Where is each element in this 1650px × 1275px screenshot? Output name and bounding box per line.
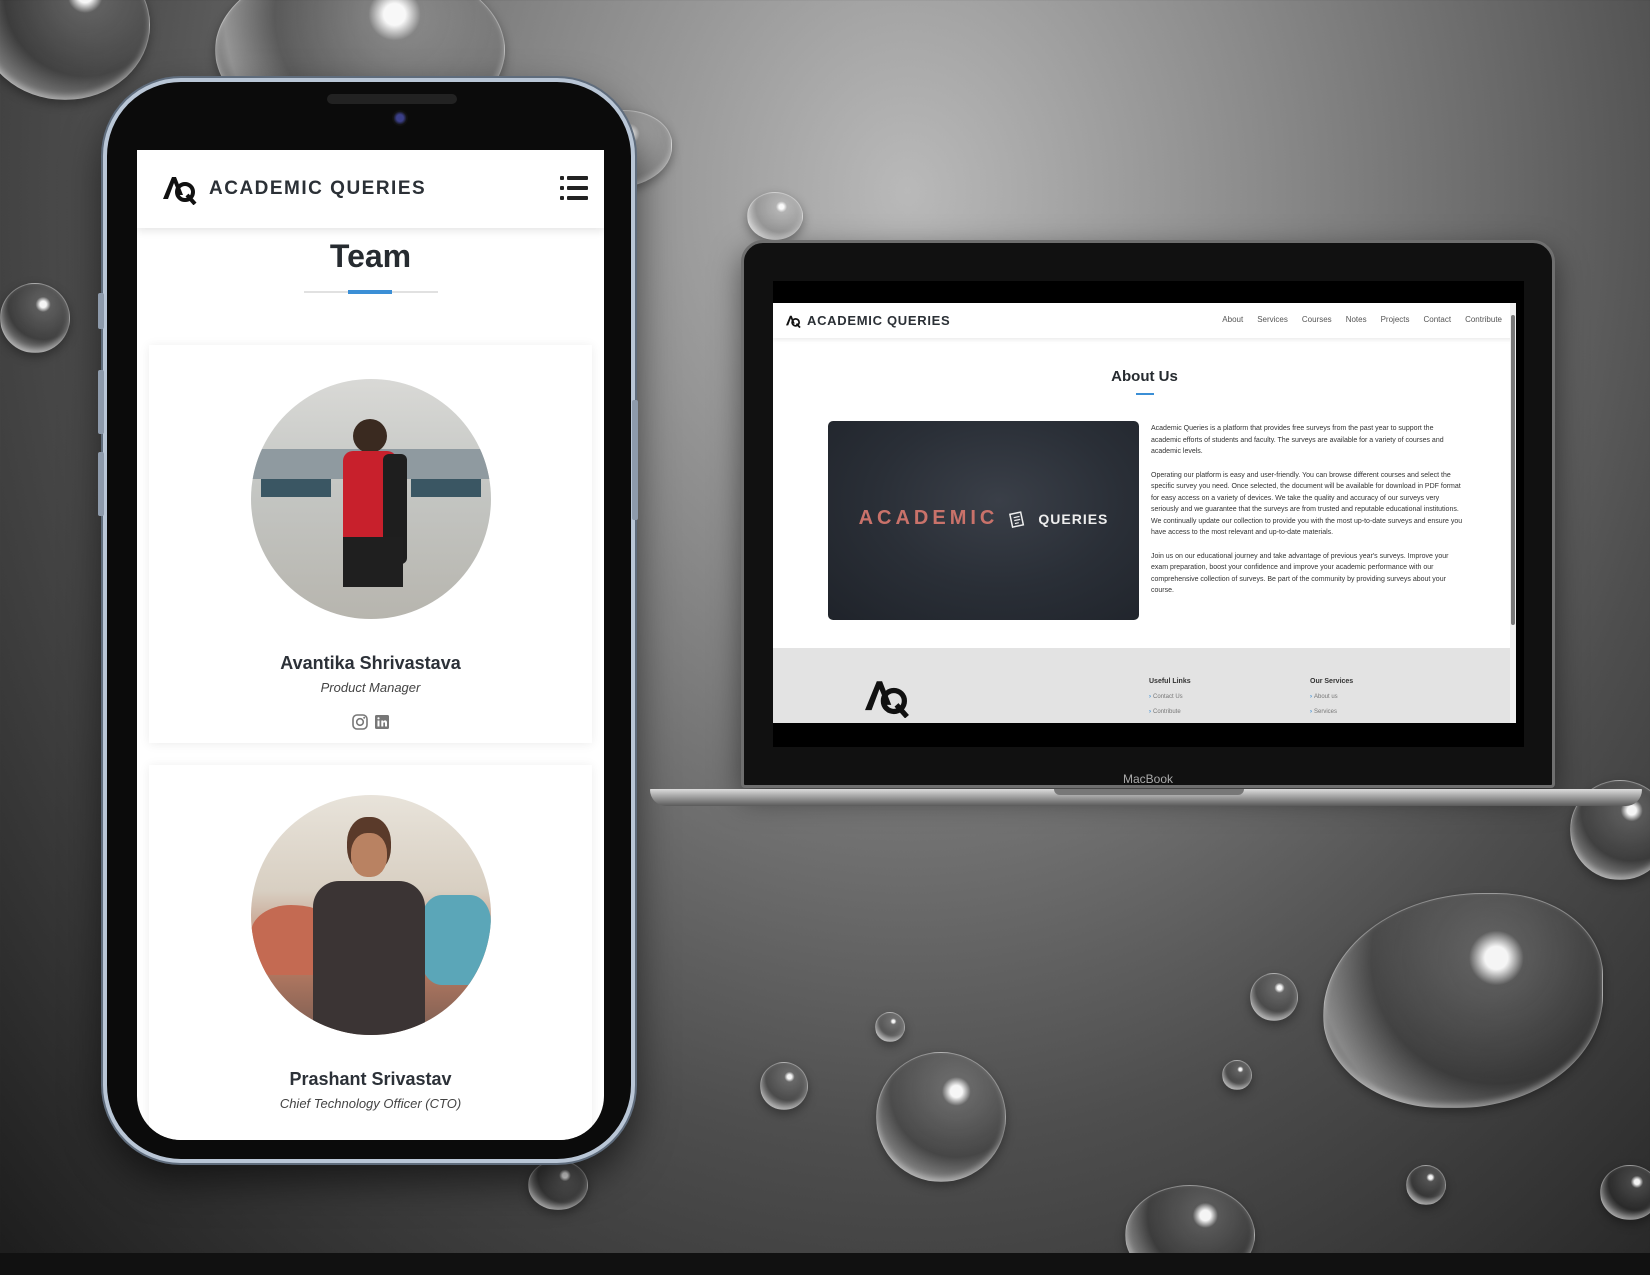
water-drop: [1600, 1165, 1650, 1220]
footer-link[interactable]: › Contact Us: [1149, 694, 1191, 700]
laptop-screen: ACADEMIC QUERIES About Services Courses …: [773, 281, 1524, 747]
banner-queries: QUERIES: [1038, 510, 1109, 527]
phone-screen: ACADEMIC QUERIES Team Avantika Shrivasta…: [137, 150, 604, 1140]
mobile-header: ACADEMIC QUERIES: [137, 150, 604, 228]
phone-button: [98, 370, 104, 434]
chevron-right-icon: ›: [1310, 694, 1312, 700]
phone-button: [632, 400, 638, 520]
hamburger-menu-icon[interactable]: [560, 176, 588, 200]
desktop-site: ACADEMIC QUERIES About Services Courses …: [773, 303, 1516, 723]
title-underline: [303, 290, 438, 294]
aq-logo-icon[interactable]: [785, 314, 801, 328]
mobile-brand-name[interactable]: ACADEMIC QUERIES: [209, 178, 426, 200]
nav-contribute[interactable]: Contribute: [1465, 315, 1502, 324]
footer-link[interactable]: › Contribute: [1149, 709, 1191, 715]
instagram-icon[interactable]: [351, 713, 369, 731]
about-paragraph: Academic Queries is a platform that prov…: [1151, 425, 1444, 455]
team-card: Avantika Shrivastava Product Manager: [149, 345, 592, 743]
footer-link[interactable]: › About us: [1310, 694, 1353, 700]
queries-paper-icon: [1009, 510, 1025, 528]
footer-heading: Useful Links: [1149, 678, 1191, 685]
about-text: Academic Queries is a platform that prov…: [1151, 423, 1463, 609]
about-paragraph: Join us on our educational journey and t…: [1151, 552, 1449, 595]
social-links: [149, 713, 592, 731]
nav-contact[interactable]: Contact: [1424, 315, 1452, 324]
phone-button: [98, 293, 104, 329]
member-role: Chief Technology Officer (CTO): [279, 1096, 462, 1111]
phone-mockup: ACADEMIC QUERIES Team Avantika Shrivasta…: [103, 78, 635, 1163]
device-label: MacBook: [1122, 772, 1174, 786]
desktop-brand-name[interactable]: ACADEMIC QUERIES: [807, 313, 950, 328]
linkedin-icon[interactable]: [373, 713, 391, 731]
water-drop: [1250, 973, 1298, 1021]
water-drop: [1222, 1060, 1252, 1090]
avatar: [250, 795, 491, 1035]
water-drop: [875, 1012, 905, 1042]
bottom-strip: [0, 1253, 1650, 1275]
footer-useful-links: Useful Links › Contact Us › Contribute: [1149, 678, 1191, 715]
nav-notes[interactable]: Notes: [1346, 315, 1367, 324]
aq-logo-icon[interactable]: [161, 173, 197, 205]
phone-camera: [392, 110, 408, 126]
footer-heading: Our Services: [1310, 678, 1354, 685]
nav-projects[interactable]: Projects: [1381, 315, 1410, 324]
water-drop: [528, 1160, 588, 1210]
about-banner: ACADEMIC QUERIES: [828, 421, 1139, 620]
scrollbar[interactable]: [1510, 303, 1516, 723]
page-title: Team: [329, 238, 412, 274]
chevron-right-icon: ›: [1149, 709, 1151, 715]
section-underline: [1135, 393, 1154, 395]
water-drop: [1323, 893, 1603, 1108]
member-name: Avantika Shrivastava: [280, 653, 461, 673]
water-drop: [0, 283, 70, 353]
section-title: About Us: [1111, 368, 1178, 385]
nav-services[interactable]: Services: [1257, 315, 1288, 324]
phone-button: [98, 452, 104, 516]
banner-academic: ACADEMIC: [858, 507, 999, 529]
water-drop: [747, 192, 803, 240]
about-paragraph: Operating our platform is easy and user-…: [1151, 471, 1463, 537]
desktop-header: ACADEMIC QUERIES About Services Courses …: [773, 303, 1516, 338]
water-drop: [760, 1062, 808, 1110]
nav-about[interactable]: About: [1222, 315, 1243, 324]
aq-logo-icon[interactable]: [861, 676, 911, 718]
water-drop: [1406, 1165, 1446, 1205]
desktop-nav: About Services Courses Notes Projects Co…: [1222, 315, 1502, 324]
footer-our-services: Our Services › About us › Services: [1310, 678, 1353, 715]
laptop-hinge: [1054, 789, 1244, 795]
avatar: [250, 379, 491, 619]
member-role: Product Manager: [320, 680, 421, 695]
chevron-right-icon: ›: [1149, 694, 1151, 700]
water-drop: [0, 0, 150, 100]
team-card: Prashant Srivastav Chief Technology Offi…: [149, 765, 592, 1140]
member-name: Prashant Srivastav: [289, 1069, 452, 1089]
chevron-right-icon: ›: [1310, 709, 1312, 715]
desktop-footer: Useful Links › Contact Us › Contribute Our…: [773, 648, 1516, 723]
footer-link[interactable]: › Services: [1310, 709, 1353, 715]
water-drop: [876, 1052, 1006, 1182]
phone-speaker: [327, 94, 457, 104]
nav-courses[interactable]: Courses: [1302, 315, 1332, 324]
